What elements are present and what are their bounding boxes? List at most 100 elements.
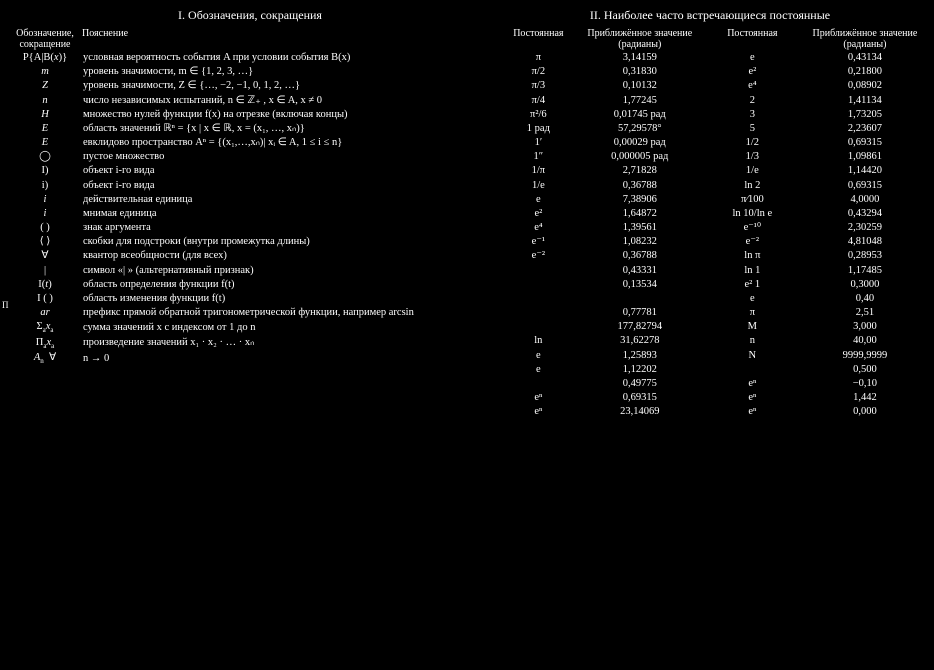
sec2-row: e1,122020,500 [496, 363, 924, 377]
sec2-cell: 1,39561 [581, 221, 699, 235]
sec2-cell: e⁻² [496, 249, 581, 263]
sec2-cell: 0,77781 [581, 306, 699, 320]
sec1-desc: пустое множество [80, 150, 490, 164]
sec2-cell: e [496, 193, 581, 207]
sec2-cell: 1,73205 [806, 108, 924, 122]
sec2-cell: π/3 [496, 79, 581, 93]
sec2-cell: 0,43134 [806, 51, 924, 65]
section-1: I. Обозначения, сокращения Обозначение, … [10, 8, 490, 419]
sec2-cell: e² 1 [699, 278, 806, 292]
sec2-row: π/41,7724521,41134 [496, 94, 924, 108]
sec1-row: nчисло независимых испытаний, n ∈ ℤ₊ , x… [10, 94, 490, 108]
sec2-cell [496, 377, 581, 391]
sec2-cell [699, 363, 806, 377]
sec2-cell: 1/3 [699, 150, 806, 164]
sec2-cell: 1/e [699, 164, 806, 178]
sec2-row: π3,14159e0,43134 [496, 51, 924, 65]
sec1-desc: символ «| » (альтернативный признак) [80, 264, 490, 278]
sec2-cell: 2,71828 [581, 164, 699, 178]
sec2-cell: 1″ [496, 150, 581, 164]
sec2-cell: 0,40 [806, 292, 924, 306]
sec1-row: ◯пустое множество [10, 150, 490, 164]
sec2-cell: eⁿ [699, 391, 806, 405]
sec2-cell: 1/2 [699, 136, 806, 150]
sec1-row: Πaxaпроизведение значений x₁ · x₂ · … · … [10, 336, 490, 352]
sec2-row: 0,43331ln 11,17485 [496, 264, 924, 278]
sec2-cell: 57,29578° [581, 122, 699, 136]
sec1-symbol: ∀ [10, 249, 80, 263]
sec1-desc: область значений ℝⁿ = {x | x ∈ ℝ, x = (x… [80, 122, 490, 136]
sec2-cell: M [699, 320, 806, 334]
sec2-row: e²1,64872ln 10/ln e0,43294 [496, 207, 924, 221]
sec2-row: π/20,31830e²0,21800 [496, 65, 924, 79]
sec2-row: 0,49775eⁿ−0,10 [496, 377, 924, 391]
sec1-symbol: m [10, 65, 80, 79]
sec2-row: eⁿ0,69315eⁿ1,442 [496, 391, 924, 405]
sec2-cell: e [699, 292, 806, 306]
sec2-cell: 0,000 [806, 405, 924, 419]
sec2-cell: 1,41134 [806, 94, 924, 108]
sec2-cell: 1,09861 [806, 150, 924, 164]
sec2-cell: 1,442 [806, 391, 924, 405]
sec2-cell: eⁿ [496, 391, 581, 405]
sec2-cell: 1,25893 [581, 349, 699, 363]
sec1-row: Eевклидово пространство Aⁿ = {(x₁,…,xₙ)|… [10, 136, 490, 150]
sec2-row: e0,40 [496, 292, 924, 306]
sec1-row: mуровень значимости, m ∈ {1, 2, 3, …} [10, 65, 490, 79]
sec1-desc: знак аргумента [80, 221, 490, 235]
sec2-row: 1 рад57,29578°52,23607 [496, 122, 924, 136]
sec1-symbol: i [10, 193, 80, 207]
sec1-symbol: ⟨ ⟩ [10, 235, 80, 249]
sec2-cell: e [496, 363, 581, 377]
sec2-cell: 1,14420 [806, 164, 924, 178]
sec2-cell: 1/π [496, 164, 581, 178]
sec1-symbol: E [10, 136, 80, 150]
sec2-cell: e² [496, 207, 581, 221]
sec2-cell: π [496, 51, 581, 65]
page: I. Обозначения, сокращения Обозначение, … [0, 0, 934, 427]
sec2-cell: π [699, 306, 806, 320]
sec2-cell: 7,38906 [581, 193, 699, 207]
sec2-cell: 3,14159 [581, 51, 699, 65]
sec1-row: ∀квантор всеобщности (для всех) [10, 249, 490, 263]
sec2-cell: 9999,9999 [806, 349, 924, 363]
sec1-symbol: E [10, 122, 80, 136]
sec1-desc: скобки для подстроки (внутри промежутка … [80, 235, 490, 249]
sec2-cell: −0,10 [806, 377, 924, 391]
sec2-cell: 1,12202 [581, 363, 699, 377]
sec2-row: 1/π2,718281/e1,14420 [496, 164, 924, 178]
sec2-cell: 0,43331 [581, 264, 699, 278]
sec2-cell: 0,49775 [581, 377, 699, 391]
sec1-desc: мнимая единица [80, 207, 490, 221]
sec2-cell: π²/6 [496, 108, 581, 122]
sec2-row: 1/e0,36788ln 20,69315 [496, 179, 924, 193]
sec2-cell [496, 278, 581, 292]
sec2-cell: n [699, 334, 806, 348]
sec2-row: e7,38906π⁄1004,0000 [496, 193, 924, 207]
sec2-cell [496, 292, 581, 306]
sec1-row: ⟨ ⟩скобки для подстроки (внутри промежут… [10, 235, 490, 249]
sec1-symbol: i) [10, 179, 80, 193]
sec2-cell: e⁻² [699, 235, 806, 249]
sec2-h1: Приближённое значение (радианы) [581, 27, 699, 51]
sec1-row: ( )знак аргумента [10, 221, 490, 235]
sec2-cell: π⁄100 [699, 193, 806, 207]
sec2-cell: ln [496, 334, 581, 348]
sec2-cell: e [699, 51, 806, 65]
sec2-cell: ln π [699, 249, 806, 263]
sec1-row: |символ «| » (альтернативный признак) [10, 264, 490, 278]
sec2-cell: N [699, 349, 806, 363]
sec2-h0: Постоянная [496, 27, 581, 51]
sec1-desc: множество нулей функции f(x) на отрезке … [80, 108, 490, 122]
sec1-desc: действительная единица [80, 193, 490, 207]
section-2: II. Наиболее часто встречающиеся постоян… [496, 8, 924, 419]
sec2-cell: 31,62278 [581, 334, 699, 348]
sec2-cell: π/2 [496, 65, 581, 79]
sec2-cell: 0,13534 [581, 278, 699, 292]
sec2-cell: 0,43294 [806, 207, 924, 221]
sec1-row: P{A|B(x)}условная вероятность события A … [10, 51, 490, 65]
sec2-row: eⁿ23,14069eⁿ0,000 [496, 405, 924, 419]
sec1-table: Обозначение, сокращение Пояснение P{A|B(… [10, 27, 490, 367]
sec2-cell: e⁴ [496, 221, 581, 235]
sec2-cell: π/4 [496, 94, 581, 108]
